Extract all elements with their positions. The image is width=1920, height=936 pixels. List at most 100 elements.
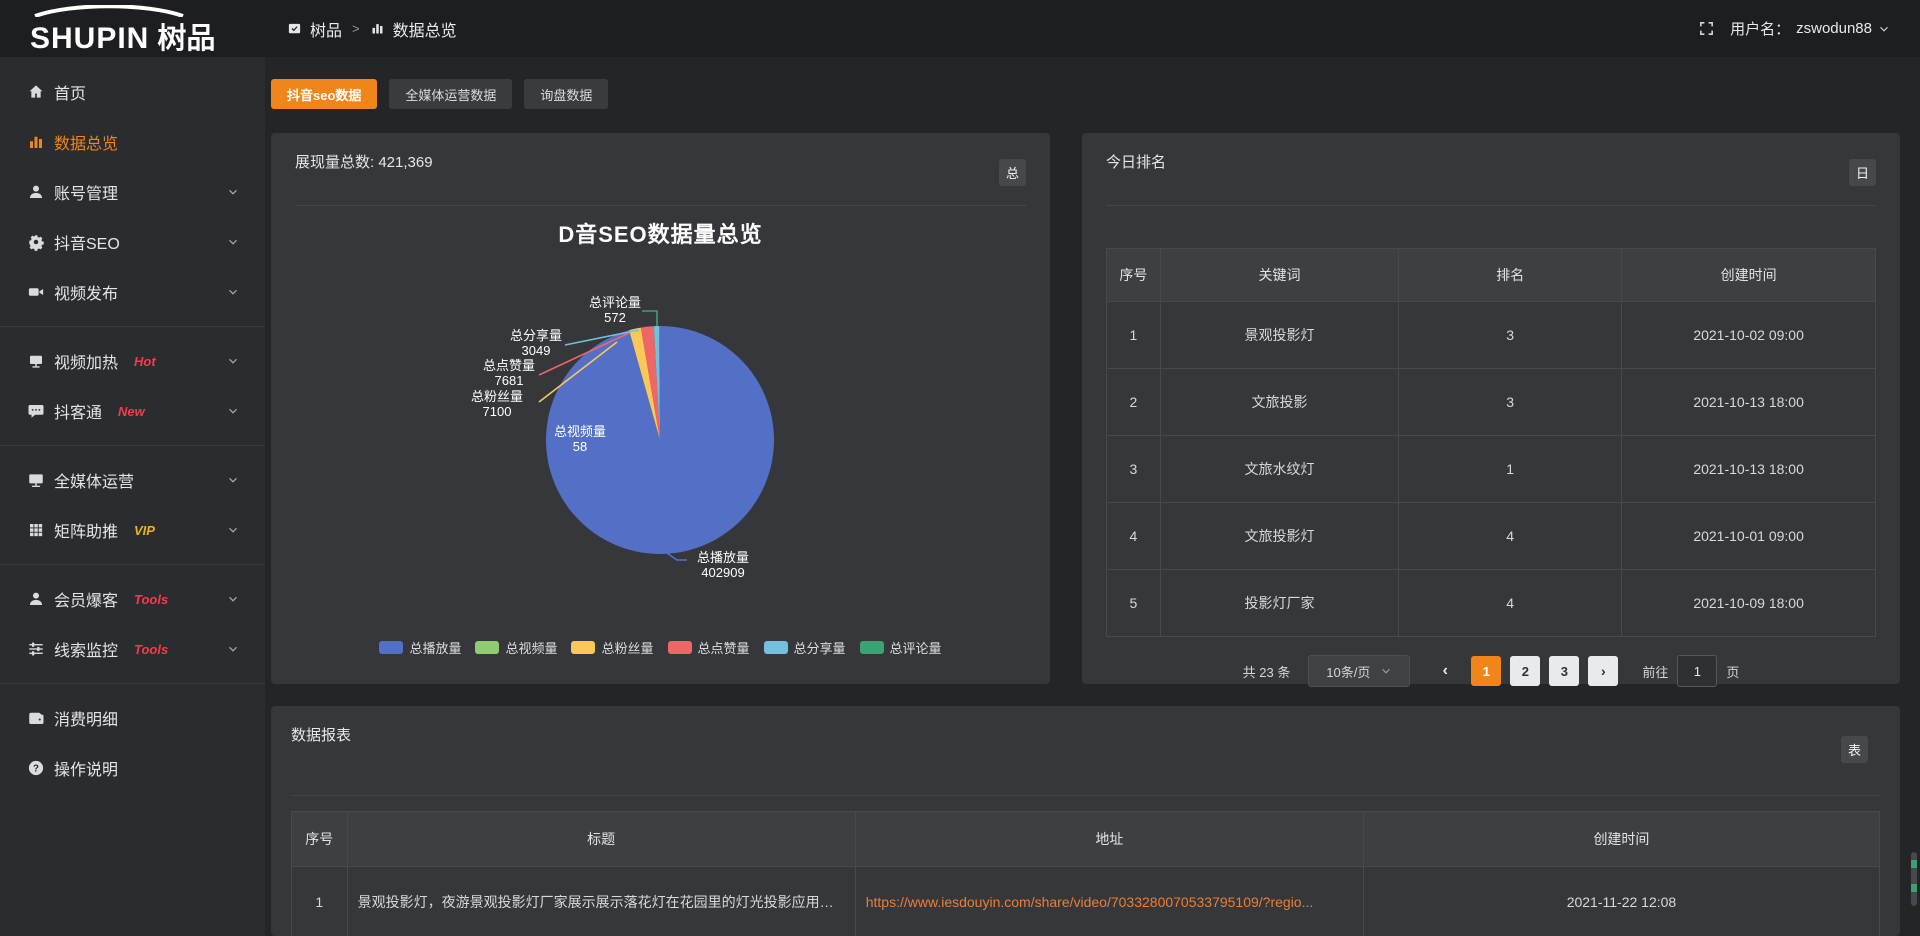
- pie-label-name: 总评论量: [589, 295, 641, 310]
- pie-label-5: 总评论量572: [589, 295, 641, 325]
- page-button-1[interactable]: 1: [1471, 656, 1501, 686]
- hot-badge: Hot: [134, 354, 156, 369]
- main-content: 抖音seo数据全媒体运营数据询盘数据 展现量总数: 421,369 总 D音SE…: [265, 57, 1920, 936]
- logo: SHUPIN 树品: [0, 0, 265, 57]
- user-icon: [27, 590, 45, 608]
- tools-badge: Tools: [134, 592, 168, 607]
- sidebar-item-douyin-seo[interactable]: 抖音SEO: [0, 217, 265, 267]
- breadcrumb-root[interactable]: 树品: [310, 17, 342, 41]
- pie-label-value: 7681: [483, 373, 535, 388]
- page-size-value: 10条/页: [1326, 662, 1370, 681]
- legend-swatch: [379, 641, 403, 654]
- breadcrumb-separator: >: [352, 21, 360, 36]
- report-table: 序号标题地址创建时间1景观投影灯，夜游景观投影灯厂家展示展示落花灯在花园里的灯光…: [291, 811, 1880, 936]
- grid-icon: [27, 521, 45, 539]
- sidebar-item-matrix-boost[interactable]: 矩阵助推VIP: [0, 505, 265, 555]
- sidebar-item-data-overview[interactable]: 数据总览: [0, 117, 265, 167]
- vip-badge: VIP: [134, 523, 155, 538]
- pagination: 共 23 条10条/页‹123›前往页: [1106, 655, 1876, 687]
- pie-label-line: [642, 311, 657, 326]
- chevron-down-icon: [227, 524, 239, 536]
- legend-item-2[interactable]: 总粉丝量: [571, 638, 653, 657]
- table-cell: 1: [1399, 436, 1622, 503]
- goto-page-input[interactable]: [1677, 655, 1717, 687]
- legend-item-1[interactable]: 总视频量: [475, 638, 557, 657]
- legend-label: 总粉丝量: [601, 638, 653, 657]
- scroll-marker: [1911, 860, 1917, 868]
- user-menu[interactable]: 用户名：zswodun88: [1730, 18, 1890, 39]
- sidebar-item-member-burst[interactable]: 会员爆客 Tools: [0, 574, 265, 624]
- chevron-down-icon: [227, 474, 239, 486]
- sidebar-item-label: 会员爆客: [54, 587, 118, 611]
- table-row: 1景观投影灯，夜游景观投影灯厂家展示展示落花灯在花园里的灯光投影应用效果 # ht…: [292, 867, 1880, 936]
- table-row: 3文旅水纹灯12021-10-13 18:00: [1107, 436, 1876, 503]
- sidebar-item-account-management[interactable]: 账号管理: [0, 167, 265, 217]
- table-cell: 4: [1399, 503, 1622, 570]
- video-link[interactable]: https://www.iesdouyin.com/share/video/70…: [866, 894, 1314, 910]
- sidebar-item-label: 账号管理: [54, 180, 118, 204]
- pie-svg: [271, 133, 1050, 684]
- sidebar-item-video-publish[interactable]: 视频发布: [0, 267, 265, 317]
- table-cell: 2021-10-13 18:00: [1622, 436, 1876, 503]
- page-button-3[interactable]: 3: [1549, 656, 1579, 686]
- pie-slice-0[interactable]: [546, 326, 774, 554]
- total-view-badge[interactable]: 总: [999, 159, 1026, 186]
- legend-swatch: [668, 641, 692, 654]
- chevron-down-icon: [1878, 23, 1890, 35]
- table-cell: 2021-10-09 18:00: [1622, 570, 1876, 637]
- sidebar-item-label: 数据总览: [54, 130, 118, 154]
- daily-view-badge[interactable]: 日: [1849, 159, 1876, 186]
- monitor-icon: [27, 471, 45, 489]
- table-view-badge[interactable]: 表: [1841, 736, 1868, 763]
- chevron-down-icon: [227, 405, 239, 417]
- table-cell: 景观投影灯: [1160, 302, 1398, 369]
- sidebar-item-label: 抖客通: [54, 399, 102, 423]
- tab-media-operation-data[interactable]: 全媒体运营数据: [389, 79, 512, 109]
- next-page-button[interactable]: ›: [1588, 656, 1618, 686]
- logo-text-cn: 树品: [157, 15, 215, 57]
- legend-item-3[interactable]: 总点赞量: [668, 638, 750, 657]
- legend-label: 总播放量: [409, 638, 461, 657]
- legend-swatch: [571, 641, 595, 654]
- sliders-icon: [27, 640, 45, 658]
- sidebar-item-label: 视频发布: [54, 280, 118, 304]
- chevron-down-icon: [227, 286, 239, 298]
- sidebar-item-media-operation[interactable]: 全媒体运营: [0, 455, 265, 505]
- app-root: SHUPIN 树品 树品 > 数据总览 用户名：zswodun88: [0, 0, 1920, 936]
- legend-item-0[interactable]: 总播放量: [379, 638, 461, 657]
- tab-inquiry-data[interactable]: 询盘数据: [524, 79, 608, 109]
- sidebar-item-home[interactable]: 首页: [0, 67, 265, 117]
- report-panel: 数据报表 表 序号标题地址创建时间1景观投影灯，夜游景观投影灯厂家展示展示落花灯…: [271, 706, 1900, 936]
- sidebar-item-consumption-detail[interactable]: 消费明细: [0, 693, 265, 743]
- pie-label-2: 总粉丝量7100: [471, 389, 523, 419]
- chevron-down-icon: [227, 593, 239, 605]
- tools-badge: Tools: [134, 642, 168, 657]
- sidebar-item-clue-monitor[interactable]: 线索监控Tools: [0, 624, 265, 674]
- table-cell: 3: [1399, 302, 1622, 369]
- sidebar-item-operation-guide[interactable]: ?操作说明: [0, 743, 265, 793]
- table-row: 5投影灯厂家42021-10-09 18:00: [1107, 570, 1876, 637]
- username-value: zswodun88: [1796, 20, 1872, 37]
- question-icon: ?: [27, 759, 45, 777]
- breadcrumb-current[interactable]: 数据总览: [393, 17, 457, 41]
- page-button-2[interactable]: 2: [1510, 656, 1540, 686]
- table-header-row: 序号关键词排名创建时间: [1107, 249, 1876, 302]
- pie-label-4: 总分享量3049: [510, 328, 562, 358]
- pie-label-name: 总分享量: [510, 328, 562, 343]
- legend-item-5[interactable]: 总评论量: [860, 638, 942, 657]
- sidebar-item-video-heat[interactable]: 视频加热Hot: [0, 336, 265, 386]
- chevron-down-icon: [227, 355, 239, 367]
- table-cell: 1: [292, 867, 348, 936]
- window-check-icon: [287, 21, 302, 36]
- panel-divider: [295, 205, 1026, 206]
- rank-panel-title: 今日排名: [1106, 154, 1166, 171]
- tab-douyin-seo-data[interactable]: 抖音seo数据: [271, 79, 377, 109]
- sidebar-item-douketong[interactable]: 抖客通New: [0, 386, 265, 436]
- legend-item-4[interactable]: 总分享量: [764, 638, 846, 657]
- fullscreen-icon[interactable]: [1698, 20, 1715, 37]
- page-size-select[interactable]: 10条/页: [1308, 655, 1410, 687]
- prev-page-button[interactable]: ‹: [1430, 656, 1460, 686]
- panel-divider: [1106, 205, 1876, 206]
- table-header-cell: 地址: [855, 812, 1363, 867]
- table-cell: 景观投影灯，夜游景观投影灯厂家展示展示落花灯在花园里的灯光投影应用效果 #: [347, 867, 855, 936]
